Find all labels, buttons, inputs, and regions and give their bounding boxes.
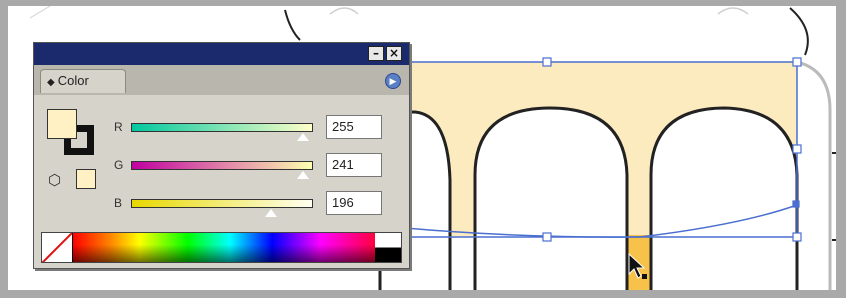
slider-thumb-r[interactable] — [296, 132, 310, 142]
value-input-r[interactable]: 255 — [326, 115, 382, 139]
panel-tab-strip: ◆ Color ▶ — [34, 65, 409, 95]
top-outline-left — [284, 9, 301, 41]
tab-color-label: Color — [57, 73, 89, 88]
slider-track-r[interactable] — [131, 123, 313, 132]
none-color-swatch-icon[interactable] — [42, 233, 72, 262]
handle-curve-point — [792, 200, 800, 208]
slider-track-b[interactable] — [131, 199, 313, 208]
value-input-g[interactable]: 241 — [326, 153, 382, 177]
handle-mid-right — [792, 144, 802, 154]
slider-label-b: B — [114, 196, 123, 210]
color-spectrum-bar[interactable] — [41, 232, 402, 263]
watermark-mark-2 — [717, 7, 749, 15]
last-color-swatch[interactable] — [76, 169, 96, 189]
value-input-b[interactable]: 196 — [326, 191, 382, 215]
fill-swatch[interactable] — [47, 109, 77, 139]
top-outline-right — [789, 7, 809, 56]
watermark-mark-3 — [29, 5, 51, 19]
slider-thumb-g[interactable] — [295, 170, 310, 180]
slider-label-r: R — [114, 120, 123, 134]
watermark-mark-1 — [329, 7, 359, 15]
panel-menu-arrow-icon[interactable]: ▶ — [385, 73, 401, 89]
spectrum-ramp[interactable] — [73, 233, 375, 262]
handle-bottom-mid — [542, 232, 552, 242]
slider-label-g: G — [114, 158, 124, 172]
handle-top-mid — [542, 57, 552, 67]
arrow-cursor-icon — [628, 252, 647, 279]
slider-track-g[interactable] — [131, 161, 313, 170]
3d-cube-icon[interactable]: ⬡ — [48, 171, 66, 189]
handle-bottom-right — [792, 232, 802, 242]
right-rounded-border — [796, 60, 832, 290]
arch-3 — [649, 106, 799, 298]
panel-titlebar[interactable]: – × — [34, 43, 409, 65]
black-white-swatches[interactable] — [375, 233, 401, 262]
handle-top-right — [792, 57, 802, 67]
tab-color[interactable]: ◆ Color — [40, 69, 126, 93]
slider-thumb-b[interactable] — [263, 208, 278, 218]
minimize-button[interactable]: – — [368, 46, 384, 61]
close-button[interactable]: × — [386, 46, 402, 61]
color-panel[interactable]: – × ◆ Color ▶ ⬡ R 255 G 241 B 196 — [33, 42, 410, 269]
arch-2 — [473, 106, 629, 298]
tab-diamond-icon: ◆ — [47, 77, 55, 88]
